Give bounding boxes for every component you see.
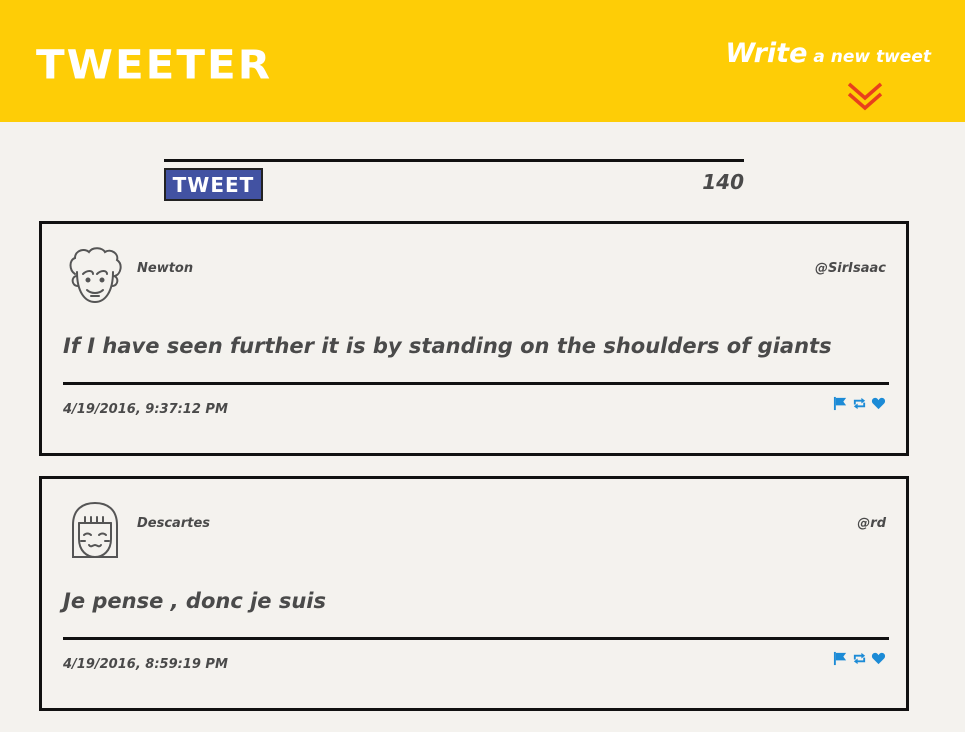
heart-icon[interactable] — [871, 396, 886, 411]
tweet-timestamp: 4/19/2016, 8:59:19 PM — [63, 657, 228, 672]
tweet-content: Je pense , donc je suis — [63, 589, 327, 613]
flag-icon[interactable] — [833, 651, 848, 666]
retweet-icon[interactable] — [852, 651, 867, 666]
double-chevron-down-icon[interactable] — [847, 78, 883, 114]
tweet-actions — [833, 651, 886, 666]
tweet-button[interactable]: TWEET — [164, 168, 263, 201]
author-handle: @rd — [857, 516, 886, 531]
compose-toggle-big: Write — [725, 38, 808, 69]
retweet-icon[interactable] — [852, 396, 867, 411]
curly-hair-face-icon — [69, 247, 122, 304]
character-counter: 140 — [702, 170, 744, 194]
flag-icon[interactable] — [833, 396, 848, 411]
bob-hair-face-icon — [72, 501, 118, 559]
author-name: Newton — [137, 261, 194, 276]
author-handle: @SirIsaac — [814, 261, 886, 276]
tweet-actions — [833, 396, 886, 411]
tweet-timestamp: 4/19/2016, 9:37:12 PM — [63, 402, 228, 417]
compose-toggle[interactable]: Write a new tweet — [725, 38, 931, 69]
tweet-card: Newton @SirIsaac If I have seen further … — [39, 221, 909, 456]
tweet-divider — [63, 637, 889, 640]
author-name: Descartes — [137, 516, 211, 531]
tweet-divider — [63, 382, 889, 385]
logo: TWEETER — [36, 41, 273, 88]
compose-toggle-small: a new tweet — [807, 47, 931, 67]
tweet-card: Descartes @rd Je pense , donc je suis 4/… — [39, 476, 909, 711]
header: TWEETER Write a new tweet — [0, 0, 965, 122]
tweet-content: If I have seen further it is by standing… — [63, 334, 832, 358]
compose-textarea-underline[interactable] — [164, 159, 744, 162]
heart-icon[interactable] — [871, 651, 886, 666]
